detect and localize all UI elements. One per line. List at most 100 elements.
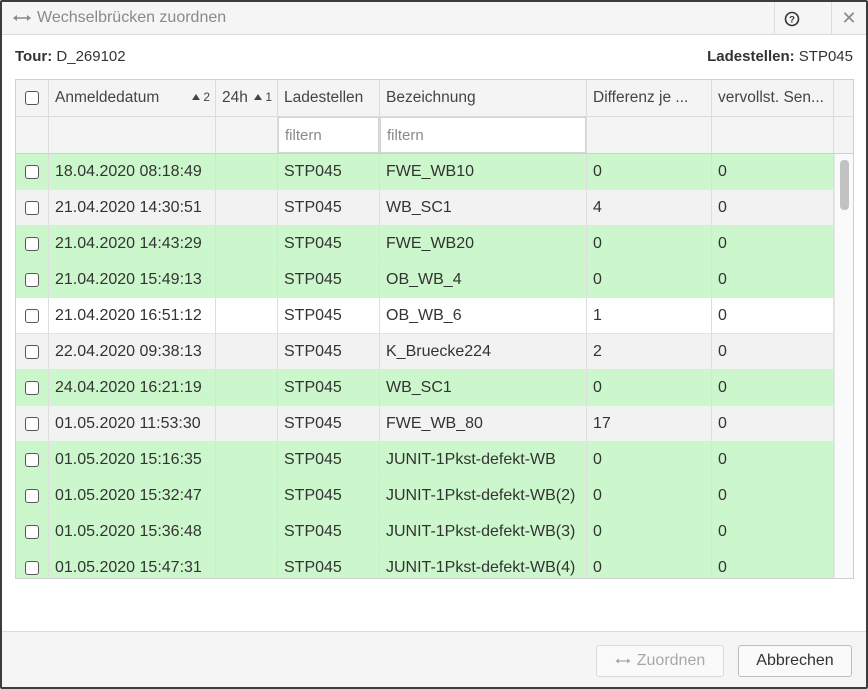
cell-bezeichnung: FWE_WB10 (380, 154, 587, 189)
row-checkbox-cell (16, 334, 49, 369)
row-checkbox-cell (16, 442, 49, 477)
header-spacer (834, 80, 853, 116)
cell-differenz: 0 (587, 262, 712, 297)
row-checkbox-cell (16, 550, 49, 578)
table-row[interactable]: 21.04.2020 14:30:51 STP045 WB_SC1 4 0 (16, 190, 834, 226)
filter-cell-bezeichnung (380, 117, 587, 153)
dialog-title: Wechselbrücken zuordnen (37, 9, 227, 26)
cell-differenz: 0 (587, 514, 712, 549)
row-checkbox[interactable] (25, 272, 39, 287)
row-checkbox[interactable] (25, 524, 39, 539)
column-header-vervollst[interactable]: vervollst. Sen... (712, 80, 834, 116)
cell-bezeichnung: FWE_WB20 (380, 226, 587, 261)
column-header-bezeichnung[interactable]: Bezeichnung (380, 80, 587, 116)
cell-ladestelle: STP045 (278, 442, 380, 477)
row-checkbox[interactable] (25, 200, 39, 215)
cell-differenz: 17 (587, 406, 712, 441)
table-row[interactable]: 22.04.2020 09:38:13 STP045 K_Bruecke224 2 0 (16, 334, 834, 370)
assign-button[interactable]: Zuordnen (596, 645, 724, 677)
cell-anmeldedatum: 24.04.2020 16:21:19 (49, 370, 216, 405)
cell-24h (216, 154, 278, 189)
select-all-checkbox[interactable] (25, 91, 39, 105)
cell-24h (216, 514, 278, 549)
table-row[interactable]: 01.05.2020 11:53:30 STP045 FWE_WB_80 17 0 (16, 406, 834, 442)
row-checkbox-cell (16, 370, 49, 405)
column-header-anmeldedatum[interactable]: Anmeldedatum 2 (49, 80, 216, 116)
column-label: Ladestellen (284, 89, 364, 106)
ladestellen-label: Ladestellen: (707, 48, 795, 65)
cancel-button[interactable]: Abbrechen (738, 645, 852, 677)
table-row[interactable]: 21.04.2020 14:43:29 STP045 FWE_WB20 0 0 (16, 226, 834, 262)
table-row[interactable]: 24.04.2020 16:21:19 STP045 WB_SC1 0 0 (16, 370, 834, 406)
cell-bezeichnung: JUNIT-1Pkst-defekt-WB(4) (380, 550, 587, 578)
cell-ladestelle: STP045 (278, 154, 380, 189)
sort-order: 1 (265, 90, 272, 104)
tour-value: D_269102 (56, 48, 126, 65)
tour-info: Tour: D_269102 (15, 48, 126, 65)
ladestellen-info: Ladestellen: STP045 (707, 48, 853, 65)
close-icon: ✕ (841, 8, 857, 28)
double-arrow-icon (13, 15, 31, 21)
table-header-row: Anmeldedatum 2 24h 1 Ladestellen Bezeich… (16, 80, 853, 117)
help-button[interactable]: ? (774, 2, 808, 35)
table-row[interactable]: 21.04.2020 16:51:12 STP045 OB_WB_6 1 0 (16, 298, 834, 334)
cell-vervollst: 0 (712, 478, 834, 513)
cell-vervollst: 0 (712, 190, 834, 225)
table-row[interactable]: 21.04.2020 15:49:13 STP045 OB_WB_4 0 0 (16, 262, 834, 298)
cell-ladestelle: STP045 (278, 262, 380, 297)
table-row[interactable]: 01.05.2020 15:36:48 STP045 JUNIT-1Pkst-def… (16, 514, 834, 550)
cancel-button-label: Abbrechen (756, 652, 834, 669)
cell-ladestelle: STP045 (278, 550, 380, 578)
bezeichnung-filter-input[interactable] (380, 117, 586, 153)
cell-24h (216, 478, 278, 513)
swap-bodies-table: Anmeldedatum 2 24h 1 Ladestellen Bezeich… (15, 79, 854, 579)
table-row[interactable]: 01.05.2020 15:32:47 STP045 JUNIT-1Pkst-def… (16, 478, 834, 514)
cell-differenz: 0 (587, 226, 712, 261)
cell-anmeldedatum: 21.04.2020 14:30:51 (49, 190, 216, 225)
column-header-differenz[interactable]: Differenz je ... (587, 80, 712, 116)
row-checkbox-cell (16, 406, 49, 441)
cell-differenz: 0 (587, 370, 712, 405)
column-header-ladestellen[interactable]: Ladestellen (278, 80, 380, 116)
dialog-titlebar[interactable]: Wechselbrücken zuordnen ? ✕ (2, 2, 866, 35)
filter-cell-empty (216, 117, 278, 153)
cell-anmeldedatum: 21.04.2020 16:51:12 (49, 298, 216, 333)
row-checkbox[interactable] (25, 452, 39, 467)
filter-cell-empty (712, 117, 834, 153)
sort-order: 2 (203, 90, 210, 104)
row-checkbox[interactable] (25, 164, 39, 179)
table-body: 18.04.2020 08:18:49 STP045 FWE_WB10 0 0 21.04… (16, 154, 834, 578)
cell-anmeldedatum: 18.04.2020 08:18:49 (49, 154, 216, 189)
close-button[interactable]: ✕ (831, 2, 866, 35)
row-checkbox[interactable] (25, 308, 39, 323)
row-checkbox[interactable] (25, 416, 39, 431)
cell-24h (216, 442, 278, 477)
ladestellen-filter-input[interactable] (278, 117, 379, 153)
select-all-header (16, 80, 49, 116)
sort-ascending-icon (192, 94, 201, 100)
table-row[interactable]: 18.04.2020 08:18:49 STP045 FWE_WB10 0 0 (16, 154, 834, 190)
cell-24h (216, 226, 278, 261)
row-checkbox[interactable] (25, 236, 39, 251)
table-row[interactable]: 01.05.2020 15:47:31 STP045 JUNIT-1Pkst-def… (16, 550, 834, 578)
scrollbar-thumb[interactable] (840, 160, 849, 210)
row-checkbox[interactable] (25, 344, 39, 359)
filter-cell-empty (587, 117, 712, 153)
column-header-24h[interactable]: 24h 1 (216, 80, 278, 116)
row-checkbox[interactable] (25, 380, 39, 395)
row-checkbox[interactable] (25, 488, 39, 503)
sort-indicator: 2 (192, 90, 210, 104)
cell-ladestelle: STP045 (278, 406, 380, 441)
cell-differenz: 0 (587, 154, 712, 189)
cell-ladestelle: STP045 (278, 190, 380, 225)
vertical-scrollbar[interactable] (834, 154, 853, 578)
cell-anmeldedatum: 01.05.2020 15:16:35 (49, 442, 216, 477)
header-spacer (834, 117, 853, 153)
cell-bezeichnung: JUNIT-1Pkst-defekt-WB(3) (380, 514, 587, 549)
cell-anmeldedatum: 01.05.2020 15:47:31 (49, 550, 216, 578)
table-row[interactable]: 01.05.2020 15:16:35 STP045 JUNIT-1Pkst-def… (16, 442, 834, 478)
row-checkbox[interactable] (25, 560, 39, 575)
cell-bezeichnung: WB_SC1 (380, 370, 587, 405)
cell-vervollst: 0 (712, 370, 834, 405)
double-arrow-icon (615, 658, 631, 664)
